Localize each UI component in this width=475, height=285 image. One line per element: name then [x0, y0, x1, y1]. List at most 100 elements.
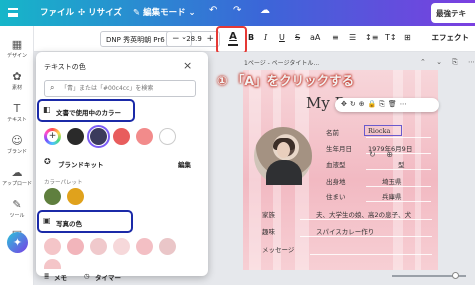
- color-swatch-selected[interactable]: [87, 125, 110, 148]
- field-line: [310, 254, 432, 255]
- field-value-residence[interactable]: 兵庫県: [382, 191, 402, 201]
- menu-icon[interactable]: [8, 8, 18, 17]
- text-color-highlight: [216, 26, 247, 54]
- rail-item-label: デザイン: [6, 53, 27, 59]
- plus-icon: +: [47, 131, 58, 142]
- bold-button[interactable]: B: [248, 33, 254, 42]
- tools-icon: ✎: [12, 198, 22, 211]
- more-options-icon[interactable]: ⊞: [404, 33, 411, 42]
- document-title[interactable]: 最強テキ: [431, 3, 475, 23]
- resize-button[interactable]: ✣ リサイズ: [78, 6, 122, 18]
- redo-icon[interactable]: ↷: [233, 5, 241, 16]
- rail-item-uploads[interactable]: ☁ アップロード: [0, 166, 34, 187]
- strikethrough-button[interactable]: S: [295, 33, 300, 42]
- field-label-blood: 血液型: [326, 161, 346, 169]
- search-icon: ⌕: [50, 83, 55, 92]
- decrease-size-button[interactable]: −: [172, 34, 180, 44]
- letter-case-button[interactable]: aA: [310, 33, 320, 42]
- field-label-message: メッセージ: [262, 246, 295, 254]
- list-button[interactable]: ☰: [349, 33, 356, 42]
- add-color-button[interactable]: +: [44, 128, 61, 145]
- field-line: [366, 186, 431, 187]
- rail-item-text[interactable]: T テキスト: [0, 102, 34, 123]
- color-search[interactable]: ⌕: [44, 80, 196, 97]
- photo-color-swatch[interactable]: [90, 238, 107, 255]
- photo-color-swatch[interactable]: [44, 259, 61, 269]
- brand-color-swatch[interactable]: [44, 188, 61, 205]
- zoom-slider-handle[interactable]: [452, 272, 459, 279]
- photo-color-swatch[interactable]: [136, 238, 153, 255]
- photo-colors-highlight: [37, 210, 133, 233]
- field-value-hobby[interactable]: スパイスカレー作り: [316, 226, 374, 236]
- align-button[interactable]: ≡: [332, 33, 339, 42]
- zoom-slider[interactable]: [392, 272, 466, 279]
- color-search-input[interactable]: [61, 83, 191, 94]
- font-size-stepper[interactable]: − 28.9 +: [166, 31, 220, 47]
- undo-icon[interactable]: ↶: [209, 5, 217, 16]
- edit-brand-link[interactable]: 編集: [178, 159, 191, 169]
- design-icon: ▦: [11, 38, 23, 51]
- rail-item-tools[interactable]: ✎ ツール: [0, 198, 34, 219]
- color-swatch[interactable]: [136, 128, 153, 145]
- photo-color-swatch[interactable]: [67, 238, 84, 255]
- color-swatch[interactable]: [67, 128, 84, 145]
- image-icon: ▣: [43, 216, 51, 225]
- increase-size-button[interactable]: +: [206, 34, 214, 44]
- edit-mode-dropdown[interactable]: ✎ 編集モード ⌄: [133, 6, 196, 18]
- field-value-name[interactable]: Riocka: [368, 127, 390, 135]
- field-label-hobby: 趣味: [262, 228, 275, 236]
- field-value-blood[interactable]: 型: [398, 159, 405, 169]
- color-swatch[interactable]: [159, 128, 176, 145]
- field-line: [366, 201, 431, 202]
- profile-photo[interactable]: [254, 127, 312, 185]
- field-label-name: 名前: [326, 129, 339, 137]
- rotate-handle-icon[interactable]: ↻ ⊕: [369, 150, 397, 159]
- magic-icon[interactable]: ✦: [7, 232, 28, 253]
- photo-face: [277, 142, 290, 158]
- notes-icon: ≣: [44, 272, 50, 280]
- top-bar: ファイル ✣ リサイズ ✎ 編集モード ⌄ ↶ ↷ ☁ 最強テキ: [0, 0, 475, 26]
- spacing-button[interactable]: ↕≡: [365, 33, 378, 42]
- timer-icon: ◷: [84, 272, 90, 280]
- object-toolbar[interactable]: ✥↻⊕🔒⎘🗑⋯: [335, 98, 439, 112]
- field-line: [366, 169, 431, 170]
- underline-button[interactable]: U: [279, 33, 285, 42]
- rail-item-label: テキスト: [7, 117, 27, 123]
- rail-item-brand[interactable]: ☺ ブランド: [0, 134, 34, 155]
- brand-icon: ☺: [11, 134, 23, 147]
- file-menu[interactable]: ファイル: [40, 6, 74, 18]
- page-title[interactable]: 1ページ - ページタイトル...: [244, 58, 319, 67]
- photo-body: [266, 160, 302, 185]
- brand-color-swatch[interactable]: [67, 188, 84, 205]
- elements-icon: ✿: [12, 70, 22, 83]
- field-line: [300, 236, 432, 237]
- panel-title: テキストの色: [44, 63, 86, 71]
- notes-button[interactable]: メモ: [54, 272, 67, 282]
- field-label-birthday: 生年月日: [326, 145, 352, 153]
- instruction-annotation: ① 「A」をクリックする: [217, 73, 355, 88]
- page-tools[interactable]: ⌃ ⌄ ⎘ ⋯: [420, 58, 475, 67]
- rail-item-design[interactable]: ▦ デザイン: [0, 38, 34, 59]
- photo-colors-title: 写真の色: [56, 220, 82, 228]
- close-icon[interactable]: ×: [183, 59, 192, 72]
- font-size-value[interactable]: 28.9: [184, 35, 204, 43]
- rail-item-label: ブランド: [6, 149, 27, 155]
- upload-icon: ☁: [11, 166, 23, 179]
- photo-color-swatch[interactable]: [113, 238, 130, 255]
- text-icon: T: [13, 102, 21, 115]
- field-line: [300, 219, 432, 220]
- effects-button[interactable]: エフェクト: [432, 32, 470, 43]
- photo-color-swatch[interactable]: [44, 238, 61, 255]
- rail-item-elements[interactable]: ✿ 素材: [0, 70, 34, 91]
- font-family-value: DNP 秀英明朝 Pr6: [106, 36, 165, 44]
- italic-button[interactable]: I: [264, 33, 267, 42]
- vertical-text-button[interactable]: T↕: [385, 33, 397, 42]
- field-value-hometown[interactable]: 埼玉県: [382, 176, 402, 186]
- bottom-bar: ≣ メモ ◷ タイマー: [36, 272, 208, 285]
- color-swatch[interactable]: [113, 128, 130, 145]
- timer-button[interactable]: タイマー: [95, 272, 121, 282]
- cloud-save-icon[interactable]: ☁: [260, 5, 270, 16]
- photo-color-swatch[interactable]: [159, 238, 176, 255]
- brand-kit-icon: ✪: [44, 157, 51, 166]
- field-value-family[interactable]: 夫、大学生の娘、高2の息子、犬: [316, 209, 411, 219]
